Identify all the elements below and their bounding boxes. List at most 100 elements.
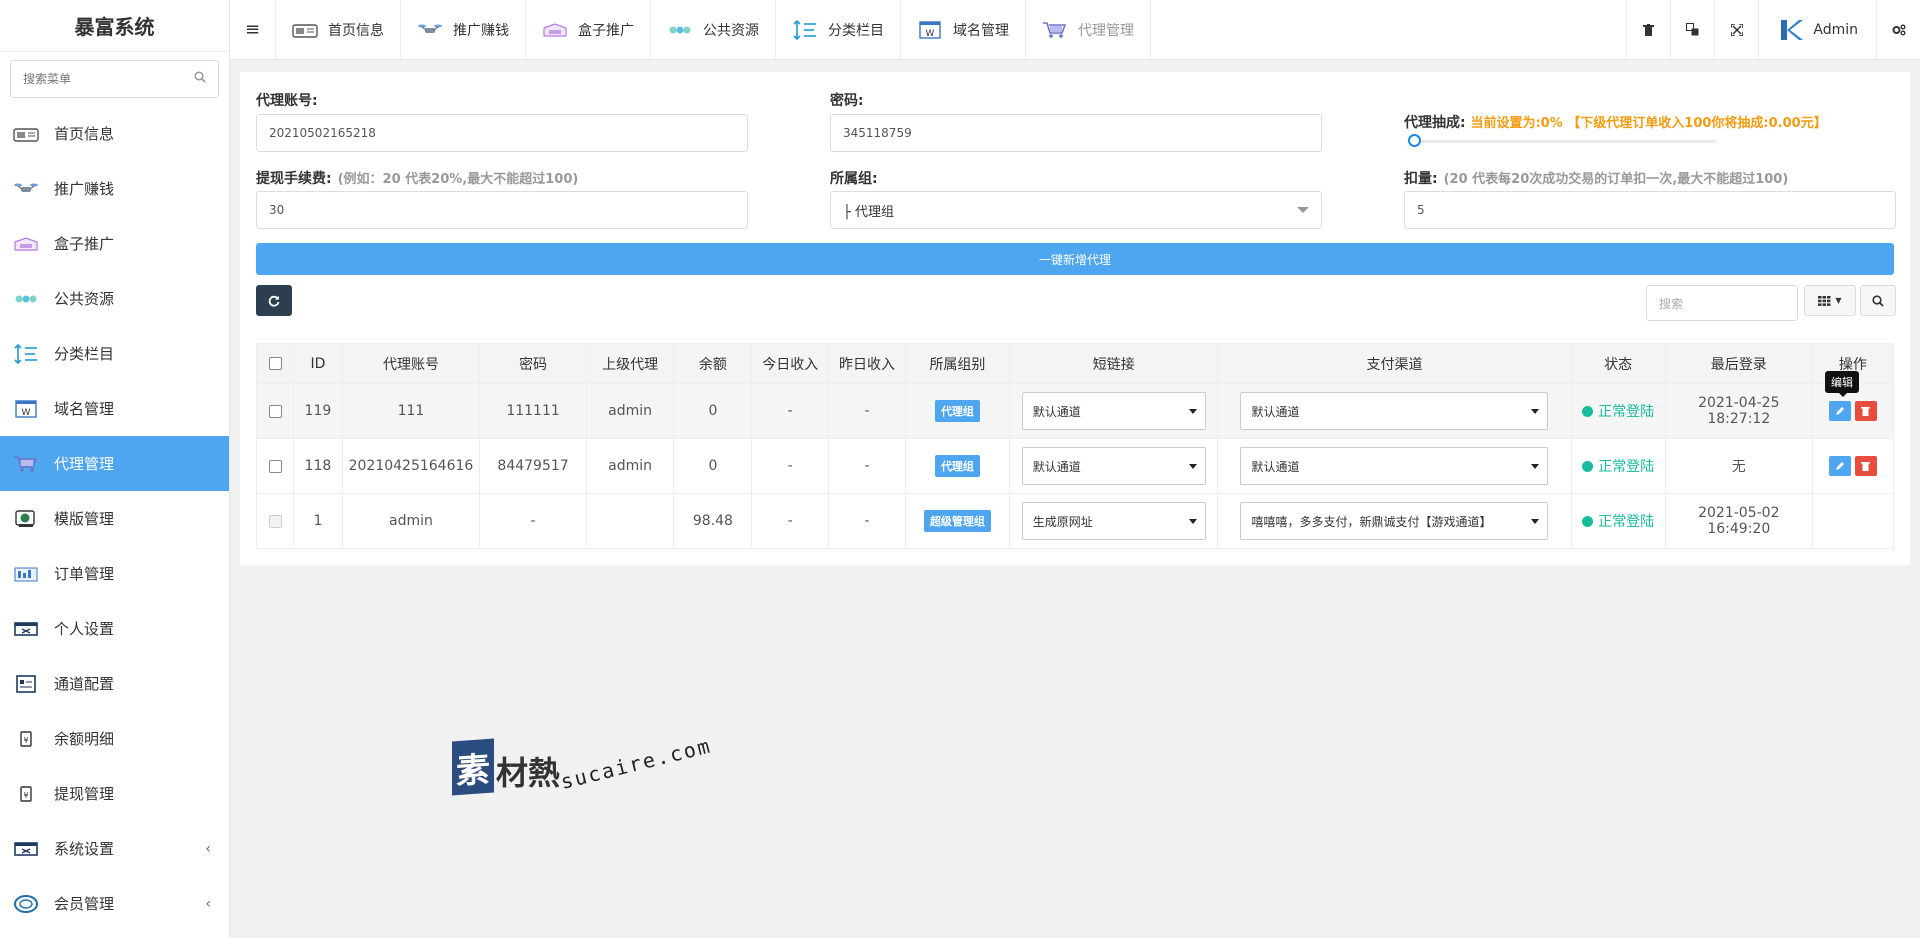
watermark: 素 材熱 sucaire.com bbox=[452, 733, 718, 796]
trash-icon bbox=[1643, 23, 1655, 36]
column-header[interactable]: 昨日收入 bbox=[828, 343, 906, 384]
pay-channel-value: 默认通道 bbox=[1251, 459, 1300, 474]
column-header[interactable]: 上级代理 bbox=[585, 343, 675, 384]
delete-button[interactable] bbox=[1854, 456, 1877, 476]
sidebar-item-14[interactable]: 会员管理 ‹ bbox=[0, 876, 229, 931]
table-row[interactable]: 1 admin -98.48- - 超级管理组 生成原网址 嘻嘻嘻，多多支付，新鼎诚支付【游… bbox=[255, 493, 1895, 549]
column-header[interactable]: 密码 bbox=[479, 343, 587, 384]
row-select-cell[interactable] bbox=[255, 438, 295, 494]
sidebar-item-13[interactable]: 系统设置 ‹ bbox=[0, 821, 229, 876]
cell-today: - bbox=[751, 438, 830, 494]
row-select-cell[interactable] bbox=[255, 493, 295, 549]
sidebar-item-1[interactable]: 推广赚钱 bbox=[0, 161, 229, 216]
column-header[interactable]: 所属组别 bbox=[904, 343, 1011, 384]
pencil-icon bbox=[1835, 462, 1844, 470]
edit-button[interactable] bbox=[1828, 401, 1851, 421]
fee-hint: (例如：20 代表20%,最大不能超过100) bbox=[337, 172, 579, 187]
slider-handle[interactable] bbox=[1408, 134, 1421, 147]
sidebar-item-0[interactable]: 首页信息 bbox=[0, 106, 229, 161]
sidebar-toggle-button[interactable]: ≡ bbox=[230, 0, 276, 59]
columns-toggle-button[interactable]: ▼ bbox=[1804, 285, 1856, 316]
top-tab-6[interactable]: 代理管理 bbox=[1026, 0, 1151, 59]
sidebar-item-3[interactable]: 公共资源 bbox=[0, 271, 229, 326]
top-tab-2[interactable]: 盒子推广 bbox=[526, 0, 651, 59]
row-checkbox[interactable] bbox=[268, 459, 282, 473]
table-search-input[interactable]: 搜索 bbox=[1646, 285, 1798, 321]
sidebar-item-2[interactable]: 盒子推广 bbox=[0, 216, 229, 271]
delete-button[interactable] bbox=[1854, 401, 1877, 421]
pay-channel-select[interactable]: 嘻嘻嘻，多多支付，新鼎诚支付【游戏通道】 bbox=[1240, 502, 1549, 540]
cell-password: 111111 bbox=[479, 383, 587, 439]
caret-down-icon bbox=[1188, 409, 1197, 414]
column-header[interactable]: 今日收入 bbox=[751, 343, 830, 384]
select-all-cell[interactable] bbox=[255, 343, 295, 384]
top-tab-3[interactable]: 公共资源 bbox=[651, 0, 776, 59]
column-header[interactable]: 最后登录 bbox=[1664, 343, 1813, 384]
top-tab-label: 分类栏目 bbox=[828, 22, 884, 39]
short-link-select[interactable]: 默认通道 bbox=[1021, 447, 1206, 485]
sidebar-item-6[interactable]: 代理管理 bbox=[0, 436, 229, 491]
column-header[interactable]: ID bbox=[293, 343, 343, 384]
sidebar-item-12[interactable]: ¥ 提现管理 bbox=[0, 766, 229, 821]
clear-cache-button[interactable] bbox=[1626, 0, 1670, 59]
table-search-button[interactable] bbox=[1860, 285, 1896, 316]
settings-button[interactable] bbox=[1876, 0, 1920, 59]
pay-channel-select[interactable]: 默认通道 bbox=[1240, 392, 1549, 430]
menu-search[interactable] bbox=[10, 60, 219, 98]
sidebar-item-8[interactable]: 订单管理 bbox=[0, 546, 229, 601]
sidebar-item-7[interactable]: 模版管理 bbox=[0, 491, 229, 546]
sidebar-item-label: 首页信息 bbox=[54, 125, 115, 143]
table-header-row: ID 代理账号 密码 上级代理 余额 今日收入 昨日收入 所属组别 短链接 支付渠道 状态 最后登录操… bbox=[255, 343, 1895, 384]
refresh-icon bbox=[268, 295, 280, 307]
sidebar-item-10[interactable]: 通道配置 bbox=[0, 656, 229, 711]
top-tab-5[interactable]: W 域名管理 bbox=[901, 0, 1026, 59]
column-header[interactable]: 状态 bbox=[1570, 343, 1666, 384]
table-row[interactable]: 119 111 111111 admin 0- - 代理组 默认通道 默认通道 正常登陆 2021-… bbox=[255, 383, 1895, 439]
short-link-select[interactable]: 生成原网址 bbox=[1021, 502, 1206, 540]
search-icon[interactable] bbox=[194, 71, 206, 87]
cell-balance: 98.48 bbox=[673, 493, 753, 549]
fee-input[interactable]: 30 bbox=[256, 191, 748, 229]
top-tab-4[interactable]: 分类栏目 bbox=[776, 0, 901, 59]
account-input[interactable]: 20210502165218 bbox=[256, 114, 748, 152]
share-icon bbox=[12, 289, 40, 309]
menu-search-input[interactable] bbox=[23, 72, 194, 86]
sidebar-item-9[interactable]: 个人设置 bbox=[0, 601, 229, 656]
refresh-button[interactable] bbox=[256, 285, 292, 316]
column-header[interactable]: 支付渠道 bbox=[1217, 343, 1572, 384]
top-tab-1[interactable]: 推广赚钱 bbox=[401, 0, 526, 59]
select-all-checkbox[interactable] bbox=[268, 357, 282, 370]
fullscreen-icon bbox=[1730, 23, 1743, 36]
add-agent-button[interactable]: 一键新增代理 bbox=[256, 243, 1894, 275]
svg-text:W: W bbox=[22, 408, 31, 418]
deduct-input[interactable]: 5 bbox=[1404, 191, 1896, 229]
row-select-cell[interactable] bbox=[255, 383, 295, 439]
column-header[interactable]: 短链接 bbox=[1009, 343, 1219, 384]
sidebar-item-11[interactable]: ¥ 余额明细 bbox=[0, 711, 229, 766]
group-select[interactable]: ├ 代理组 bbox=[830, 191, 1322, 229]
commission-slider[interactable] bbox=[1408, 134, 1716, 147]
password-input[interactable]: 345118759 bbox=[830, 114, 1322, 152]
fee-label: 提现手续费: (例如：20 代表20%,最大不能超过100) bbox=[256, 168, 578, 188]
sidebar-item-label: 订单管理 bbox=[54, 565, 115, 583]
pay-channel-select[interactable]: 默认通道 bbox=[1240, 447, 1549, 485]
language-button[interactable] bbox=[1670, 0, 1714, 59]
account-label: 代理账号: bbox=[256, 93, 318, 109]
fullscreen-button[interactable] bbox=[1714, 0, 1758, 59]
trash-icon bbox=[1861, 407, 1871, 416]
sidebar-item-label: 代理管理 bbox=[54, 455, 115, 473]
sidebar-item-4[interactable]: 分类栏目 bbox=[0, 326, 229, 381]
caret-down-icon bbox=[1531, 409, 1540, 414]
sidebar-item-5[interactable]: W 域名管理 bbox=[0, 381, 229, 436]
column-header[interactable]: 代理账号 bbox=[341, 343, 481, 384]
top-tab-0[interactable]: 首页信息 bbox=[276, 0, 401, 59]
short-link-select[interactable]: 默认通道 bbox=[1021, 392, 1206, 430]
search-icon bbox=[1872, 294, 1884, 307]
row-checkbox[interactable] bbox=[268, 404, 282, 418]
cell-parent: admin bbox=[585, 383, 675, 439]
edit-button[interactable] bbox=[1828, 456, 1851, 476]
column-header[interactable]: 余额 bbox=[673, 343, 753, 384]
table-row[interactable]: 118 20210425164616 84479517 admin 0- - 代理组 默认通道… bbox=[255, 438, 1895, 494]
cart-icon bbox=[1042, 21, 1074, 39]
user-menu[interactable]: Admin bbox=[1758, 0, 1876, 59]
